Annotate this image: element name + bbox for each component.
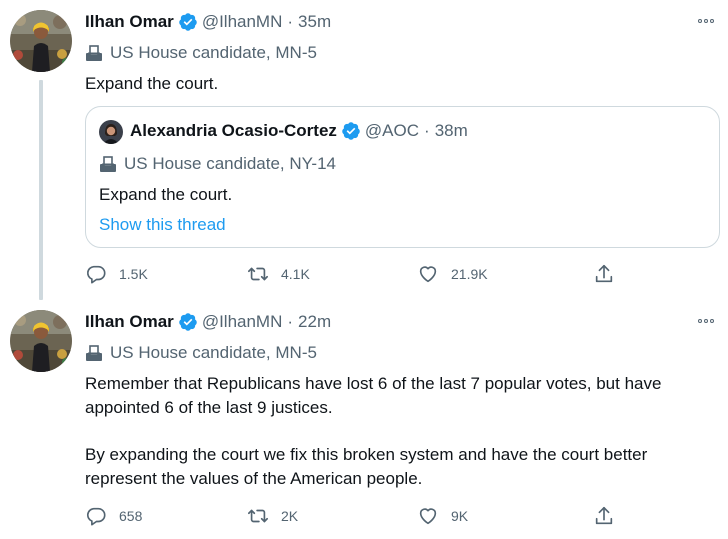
reply-icon <box>86 265 106 284</box>
avatar[interactable] <box>10 10 72 72</box>
retweet-button[interactable]: 2K <box>247 505 298 527</box>
quoted-author-handle[interactable]: @AOC <box>365 121 419 141</box>
candidate-label-text: US House candidate, MN-5 <box>110 343 317 362</box>
separator-dot: · <box>287 312 294 331</box>
candidate-label-text: US House candidate, MN-5 <box>110 43 317 62</box>
retweet-button[interactable]: 4.1K <box>247 263 310 285</box>
timestamp[interactable]: 22m <box>298 312 331 332</box>
author-handle[interactable]: @IlhanMN <box>202 312 283 332</box>
like-count: 21.9K <box>451 266 488 282</box>
ballot-box-icon <box>86 345 102 361</box>
verified-badge-icon <box>179 313 197 331</box>
like-button[interactable]: 21.9K <box>417 263 488 285</box>
reply-button[interactable]: 1.5K <box>85 263 148 285</box>
like-count: 9K <box>451 508 469 524</box>
retweet-count: 2K <box>281 508 299 524</box>
more-dots-icon[interactable] <box>692 312 720 330</box>
timestamp[interactable]: 35m <box>298 12 331 32</box>
action-bar: 658 2K 9K <box>85 504 625 528</box>
action-bar: 1.5K 4.1K 21.9K <box>85 262 625 286</box>
retweet-count: 4.1K <box>281 266 310 282</box>
quoted-candidate-label-text: US House candidate, NY-14 <box>124 154 337 173</box>
verified-badge-icon <box>342 122 360 140</box>
tweet-header: Ilhan Omar @IlhanMN · 22m <box>85 310 331 334</box>
tweet-text: Remember that Republicans have lost 6 of… <box>85 372 720 491</box>
thread-connector <box>39 80 43 300</box>
tweet-paragraph: Expand the court. <box>85 74 219 93</box>
quoted-author-name[interactable]: Alexandria Ocasio-Cortez <box>130 121 337 141</box>
tweet-paragraph: By expanding the court we fix this broke… <box>85 445 648 488</box>
quoted-candidate-label: US House candidate, NY-14 <box>99 153 336 175</box>
candidate-label: US House candidate, MN-5 <box>85 42 317 64</box>
heart-icon <box>419 508 437 525</box>
author-name[interactable]: Ilhan Omar <box>85 12 174 32</box>
author-handle[interactable]: @IlhanMN <box>202 12 283 32</box>
show-thread-link[interactable]: Show this thread <box>99 213 226 237</box>
avatar[interactable] <box>10 310 72 372</box>
reply-icon <box>86 507 106 526</box>
tweet-text: Expand the court. <box>85 72 720 96</box>
separator-dot: · <box>424 121 430 140</box>
reply-count: 658 <box>119 508 143 524</box>
quoted-avatar[interactable] <box>99 120 123 144</box>
heart-icon <box>419 266 437 283</box>
quoted-timestamp[interactable]: 38m <box>435 121 468 141</box>
candidate-label: US House candidate, MN-5 <box>85 342 317 364</box>
more-dots-icon[interactable] <box>692 12 720 30</box>
quoted-header: Alexandria Ocasio-Cortez @AOC · 38m <box>130 119 468 143</box>
share-button[interactable] <box>593 505 615 527</box>
author-name[interactable]: Ilhan Omar <box>85 312 174 332</box>
ballot-box-icon <box>100 156 116 172</box>
tweet-paragraph: Remember that Republicans have lost 6 of… <box>85 374 662 417</box>
like-button[interactable]: 9K <box>417 505 468 527</box>
tweet[interactable]: Ilhan Omar @IlhanMN · 35m US House candi… <box>0 0 728 300</box>
ballot-box-icon <box>86 45 102 61</box>
quoted-tweet[interactable]: Alexandria Ocasio-Cortez @AOC · 38m US H… <box>85 106 720 248</box>
share-icon <box>595 264 613 283</box>
reply-count: 1.5K <box>119 266 148 282</box>
separator-dot: · <box>287 12 294 31</box>
quoted-tweet-text: Expand the court. <box>99 185 233 204</box>
retweet-icon <box>248 267 268 281</box>
verified-badge-icon <box>179 13 197 31</box>
tweet[interactable]: Ilhan Omar @IlhanMN · 22m US House candi… <box>0 300 728 539</box>
reply-button[interactable]: 658 <box>85 505 142 527</box>
tweet-header: Ilhan Omar @IlhanMN · 35m <box>85 10 331 34</box>
share-button[interactable] <box>593 263 615 285</box>
share-icon <box>595 506 613 525</box>
retweet-icon <box>248 509 268 523</box>
